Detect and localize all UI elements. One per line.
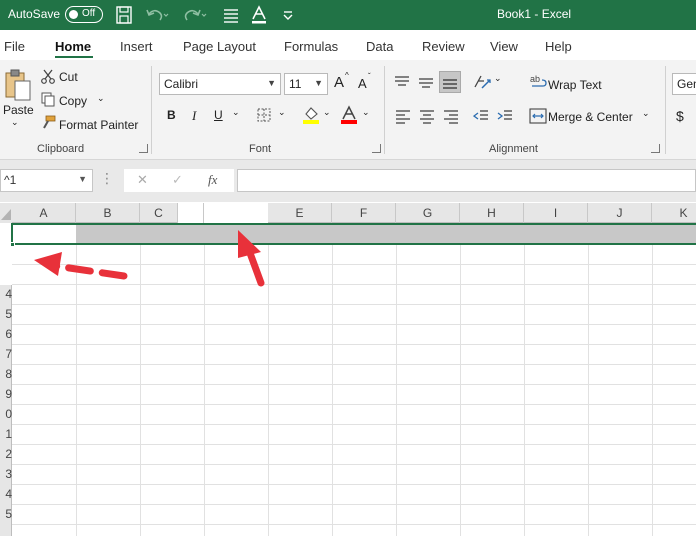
underline-dropdown-icon[interactable]: ⌄ xyxy=(232,107,240,118)
alignment-group-label: Alignment xyxy=(489,143,538,155)
font-size-select[interactable]: 11 ▼ xyxy=(284,73,328,95)
tab-review[interactable]: Review xyxy=(422,39,465,54)
tab-page-layout[interactable]: Page Layout xyxy=(183,39,256,54)
form-icon[interactable] xyxy=(222,5,240,25)
bottom-align-icon xyxy=(443,79,457,89)
number-format-select[interactable]: Gen xyxy=(672,73,696,95)
group-separator xyxy=(151,66,152,154)
bottom-align-button[interactable] xyxy=(439,71,461,93)
shrink-arrow-icon: ˇ xyxy=(368,72,371,81)
tab-help[interactable]: Help xyxy=(545,39,572,54)
paste-dropdown-icon[interactable]: ⌄ xyxy=(11,117,19,128)
align-left-icon[interactable] xyxy=(395,108,411,124)
alignment-launcher-icon[interactable] xyxy=(651,144,660,153)
svg-text:ab: ab xyxy=(530,74,540,84)
middle-align-icon[interactable] xyxy=(417,74,435,90)
customize-toolbar-icon[interactable] xyxy=(281,5,295,25)
clipboard-launcher-icon[interactable] xyxy=(139,144,148,153)
font-color-dropdown-icon[interactable]: ⌄ xyxy=(362,107,370,118)
document-title: Book1 - Excel xyxy=(497,7,572,21)
merge-dropdown-icon[interactable]: ⌄ xyxy=(642,108,650,119)
bold-button[interactable]: B xyxy=(167,108,176,122)
align-right-icon[interactable] xyxy=(443,108,459,124)
orientation-dropdown-icon[interactable]: ⌄ xyxy=(494,73,502,84)
cut-button[interactable]: Cut xyxy=(59,70,78,84)
grow-arrow-icon: ^ xyxy=(345,71,349,80)
font-group-label: Font xyxy=(249,143,272,155)
group-separator xyxy=(665,66,666,154)
wrap-text-button[interactable]: Wrap Text xyxy=(548,78,602,92)
toggle-knob xyxy=(69,9,78,19)
undo-icon[interactable] xyxy=(144,5,170,25)
formula-buttons: ✕ ✓ fx xyxy=(124,169,234,192)
title-bar: AutoSave Off Book1 - Excel xyxy=(0,0,696,30)
autosave-toggle[interactable]: Off xyxy=(65,6,103,23)
tab-file[interactable]: File xyxy=(4,39,25,54)
underline-button[interactable]: U xyxy=(214,108,223,122)
fill-color-icon[interactable] xyxy=(302,105,320,125)
annotation-arrow-left xyxy=(34,252,128,280)
formula-bar-grip-icon[interactable]: ⋮ xyxy=(100,170,114,187)
formula-input[interactable] xyxy=(237,169,696,192)
font-name-select[interactable]: Calibri ▼ xyxy=(159,73,281,95)
tab-formulas[interactable]: Formulas xyxy=(284,39,338,54)
increase-indent-icon[interactable] xyxy=(497,108,513,124)
font-color-qa-icon[interactable] xyxy=(250,5,268,25)
decrease-indent-icon[interactable] xyxy=(473,108,489,124)
cut-icon[interactable] xyxy=(40,68,56,84)
copy-icon[interactable] xyxy=(40,91,56,107)
autosave-label: AutoSave xyxy=(8,7,61,21)
annotation-arrow-up xyxy=(238,230,265,287)
orientation-icon[interactable] xyxy=(472,72,494,92)
worksheet-grid[interactable]: A B C E F G H I J K 4 5 6 7 8 9 0 1 2 3 … xyxy=(0,203,696,536)
shrink-font-button[interactable]: A xyxy=(358,76,367,91)
format-painter-icon[interactable] xyxy=(40,115,56,131)
font-color-icon[interactable] xyxy=(340,105,358,125)
merge-center-icon[interactable] xyxy=(529,107,547,125)
chevron-down-icon: ▼ xyxy=(314,78,323,88)
chevron-down-icon: ▼ xyxy=(78,174,87,184)
copy-dropdown-icon[interactable]: ⌄ xyxy=(97,93,105,104)
italic-button[interactable]: I xyxy=(192,108,196,124)
grow-font-button[interactable]: A xyxy=(334,74,344,91)
wrap-text-icon[interactable]: ab xyxy=(529,72,547,92)
name-box[interactable]: ^1 ▼ xyxy=(0,169,93,192)
tab-data[interactable]: Data xyxy=(366,39,393,54)
cancel-icon[interactable]: ✕ xyxy=(137,172,148,188)
fill-color-dropdown-icon[interactable]: ⌄ xyxy=(323,107,331,118)
copy-button[interactable]: Copy xyxy=(59,94,87,108)
align-center-icon[interactable] xyxy=(419,108,435,124)
enter-icon[interactable]: ✓ xyxy=(172,172,183,188)
font-launcher-icon[interactable] xyxy=(372,144,381,153)
format-painter-button[interactable]: Format Painter xyxy=(59,118,138,132)
borders-icon[interactable] xyxy=(256,107,272,123)
clipboard-group-label: Clipboard xyxy=(37,143,85,155)
paste-icon[interactable] xyxy=(4,68,32,102)
save-icon[interactable] xyxy=(114,5,134,25)
currency-button[interactable]: $ xyxy=(676,108,684,124)
tab-home[interactable]: Home xyxy=(55,39,91,54)
ribbon-home: Paste ⌄ Cut Copy ⌄ Format Painter Clipbo… xyxy=(0,60,696,160)
annotation-overlay xyxy=(34,230,265,287)
font-size-value: 11 xyxy=(289,77,302,91)
group-separator xyxy=(384,66,385,154)
insert-function-icon[interactable]: fx xyxy=(208,172,217,188)
borders-dropdown-icon[interactable]: ⌄ xyxy=(278,107,286,118)
active-tab-indicator xyxy=(55,56,93,58)
autosave-state: Off xyxy=(82,8,96,19)
tab-view[interactable]: View xyxy=(490,39,518,54)
merge-center-button[interactable]: Merge & Center xyxy=(548,110,633,124)
font-name-value: Calibri xyxy=(164,77,199,91)
ribbon-tabs: File Home Insert Page Layout Formulas Da… xyxy=(0,30,696,60)
tab-insert[interactable]: Insert xyxy=(120,39,153,54)
paste-button[interactable]: Paste xyxy=(3,103,34,117)
formula-bar: ^1 ▼ ⋮ ✕ ✓ fx xyxy=(0,160,696,202)
number-format-value: Gen xyxy=(677,77,696,91)
redo-icon[interactable] xyxy=(182,5,208,25)
top-align-icon[interactable] xyxy=(393,74,411,90)
chevron-down-icon: ▼ xyxy=(267,78,276,88)
name-box-value: ^1 xyxy=(4,173,17,187)
